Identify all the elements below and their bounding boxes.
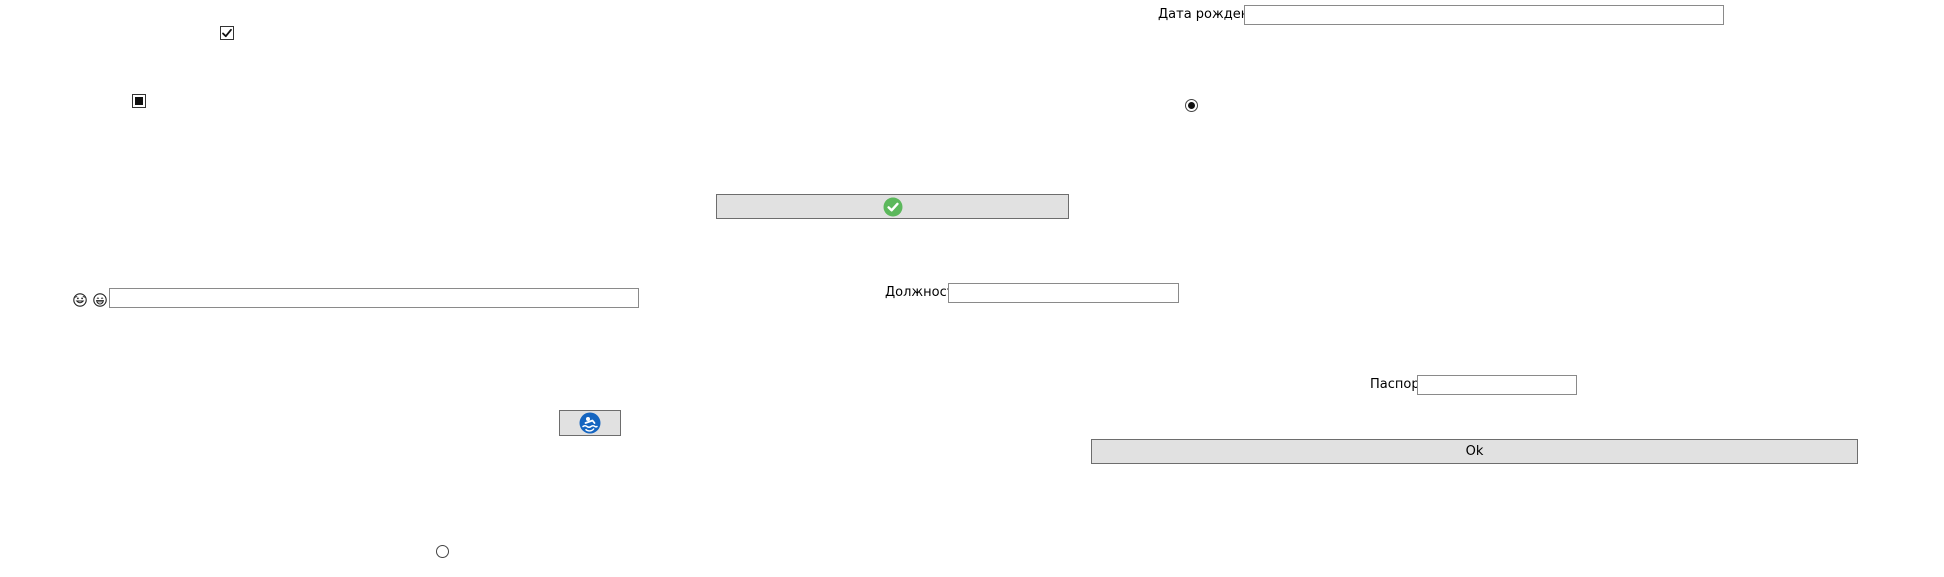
indeterminate-checkbox[interactable] <box>132 94 146 108</box>
ok-button[interactable]: Ok <box>1091 439 1858 464</box>
check-circle-icon <box>883 197 902 216</box>
form-canvas: Дата рождения Должность Паспорт Ok <box>0 0 1944 577</box>
grin-face-icon <box>93 293 107 307</box>
checked-checkbox[interactable] <box>220 26 234 40</box>
confirm-button[interactable] <box>716 194 1069 219</box>
selected-radio[interactable] <box>1185 99 1198 112</box>
unselected-radio[interactable] <box>436 545 449 558</box>
swim-badge-icon <box>579 412 601 434</box>
checkmark-icon <box>222 28 232 38</box>
indeterminate-mark <box>135 97 143 105</box>
passport-field[interactable] <box>1417 375 1577 395</box>
swim-icon-button[interactable] <box>559 410 621 436</box>
radio-dot <box>1188 102 1195 109</box>
smiley-face-icon <box>73 293 87 307</box>
birth-date-field[interactable] <box>1244 5 1724 25</box>
smiley-text-field[interactable] <box>109 288 639 308</box>
position-field[interactable] <box>948 283 1179 303</box>
